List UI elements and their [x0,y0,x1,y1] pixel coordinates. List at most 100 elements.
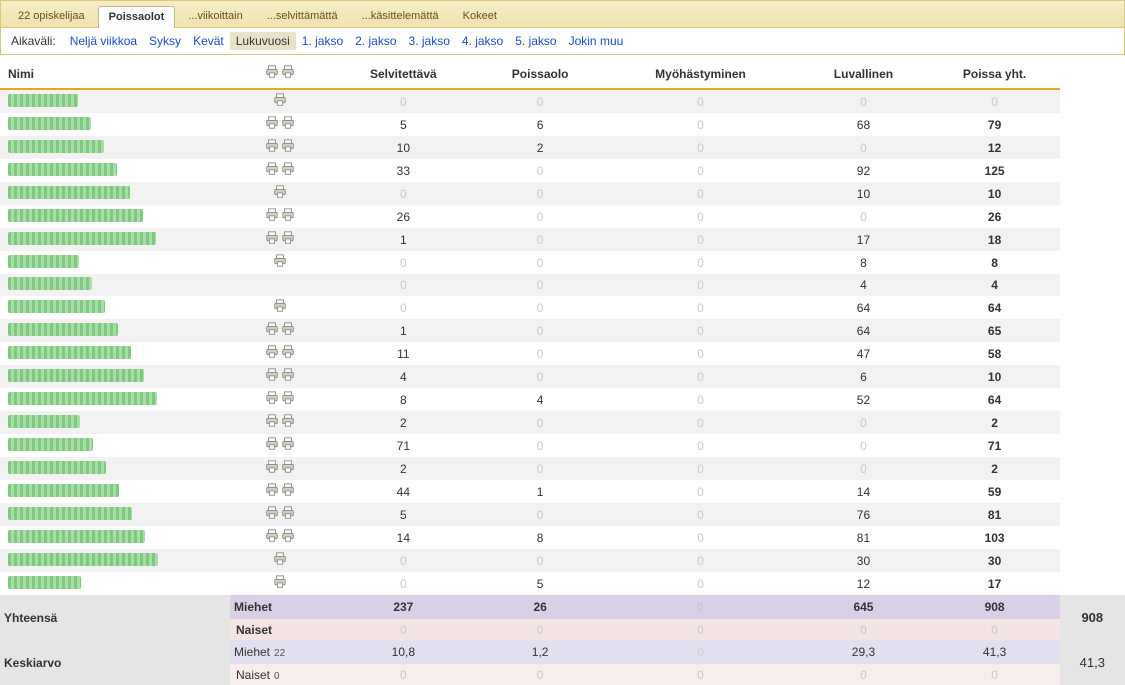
printer-icon[interactable] [281,506,295,520]
tab-4[interactable]: ...käsittelemättä [351,5,450,27]
printer-icon[interactable] [281,414,295,428]
printer-icon[interactable] [265,162,279,176]
filter-3[interactable]: Lukuvuosi [230,32,296,50]
table-row: 1020012 [0,136,1125,159]
printer-icon[interactable] [265,208,279,222]
table-row: 00000 [0,89,1125,113]
col-luvallinen[interactable]: Luvallinen [797,59,929,89]
student-name[interactable] [0,136,230,159]
cell-luv: 52 [797,388,929,411]
student-name[interactable] [0,342,230,365]
cell-myoh: 0 [604,549,798,572]
printer-icon[interactable] [265,437,279,451]
printer-icon[interactable] [281,437,295,451]
cell-luv: 81 [797,526,929,549]
student-name[interactable] [0,296,230,319]
printer-icon[interactable] [273,254,287,268]
student-name[interactable] [0,319,230,342]
student-name[interactable] [0,526,230,549]
tab-5[interactable]: Kokeet [452,5,508,27]
student-name[interactable] [0,159,230,182]
printer-icon[interactable] [281,162,295,176]
cell-pois: 0 [477,503,604,526]
printer-icon[interactable] [281,116,295,130]
tab-1[interactable]: Poissaolot [98,6,176,28]
printer-icon[interactable] [265,139,279,153]
printer-icon[interactable] [265,506,279,520]
filter-1[interactable]: Syksy [143,32,187,50]
col-poissaolo[interactable]: Poissaolo [477,59,604,89]
filter-9[interactable]: Jokin muu [563,32,630,50]
printer-icon[interactable] [273,93,287,107]
col-myohastyminen[interactable]: Myöhästyminen [604,59,798,89]
student-name[interactable] [0,113,230,136]
printer-icon[interactable] [281,345,295,359]
printer-icon[interactable] [281,231,295,245]
col-name[interactable]: Nimi [0,59,230,89]
col-poissa-yht[interactable]: Poissa yht. [930,59,1060,89]
cell-total: 81 [930,503,1060,526]
printer-icon[interactable] [265,65,279,79]
cell-total: 2 [930,457,1060,480]
printer-icon[interactable] [281,529,295,543]
printer-icon[interactable] [281,322,295,336]
student-name[interactable] [0,457,230,480]
printer-icon[interactable] [273,552,287,566]
printer-icon[interactable] [265,231,279,245]
filter-2[interactable]: Kevät [187,32,230,50]
filter-4[interactable]: 1. jakso [296,32,349,50]
student-name[interactable] [0,388,230,411]
col-selvitettava[interactable]: Selvitettävä [330,59,477,89]
filter-6[interactable]: 3. jakso [403,32,456,50]
filter-7[interactable]: 4. jakso [456,32,509,50]
printer-icon[interactable] [281,460,295,474]
summary-women-pois: 0 [477,619,604,640]
cell-myoh: 0 [604,113,798,136]
printer-icon[interactable] [265,391,279,405]
student-name[interactable] [0,365,230,388]
printer-icon[interactable] [265,460,279,474]
printer-icon[interactable] [281,368,295,382]
student-name[interactable] [0,205,230,228]
student-name[interactable] [0,182,230,205]
student-name[interactable] [0,434,230,457]
printer-icon[interactable] [265,483,279,497]
tab-3[interactable]: ...selvittämättä [256,5,349,27]
student-name[interactable] [0,274,230,296]
filter-5[interactable]: 2. jakso [349,32,402,50]
student-name[interactable] [0,251,230,274]
cell-myoh: 0 [604,251,798,274]
table-row: 0006464 [0,296,1125,319]
cell-pois: 0 [477,274,604,296]
cell-myoh: 0 [604,89,798,113]
printer-icon[interactable] [281,139,295,153]
printer-icon[interactable] [281,65,295,79]
student-name[interactable] [0,549,230,572]
printer-icon[interactable] [265,368,279,382]
printer-icon[interactable] [265,345,279,359]
printer-icon[interactable] [281,208,295,222]
cell-pois: 0 [477,457,604,480]
filter-0[interactable]: Neljä viikkoa [64,32,143,50]
printer-icon[interactable] [281,391,295,405]
row-print-icons [230,342,330,365]
printer-icon[interactable] [265,116,279,130]
cell-total: 10 [930,182,1060,205]
printer-icon[interactable] [281,483,295,497]
printer-icon[interactable] [273,185,287,199]
student-name[interactable] [0,89,230,113]
printer-icon[interactable] [265,414,279,428]
printer-icon[interactable] [273,575,287,589]
student-name[interactable] [0,228,230,251]
student-name[interactable] [0,572,230,595]
student-name[interactable] [0,480,230,503]
printer-icon[interactable] [273,299,287,313]
student-name[interactable] [0,503,230,526]
filter-8[interactable]: 5. jakso [509,32,562,50]
printer-icon[interactable] [265,529,279,543]
tab-2[interactable]: ...viikoittain [177,5,253,27]
cell-selv: 0 [330,549,477,572]
printer-icon[interactable] [265,322,279,336]
student-name[interactable] [0,411,230,434]
tab-0[interactable]: 22 opiskelijaa [7,5,96,27]
